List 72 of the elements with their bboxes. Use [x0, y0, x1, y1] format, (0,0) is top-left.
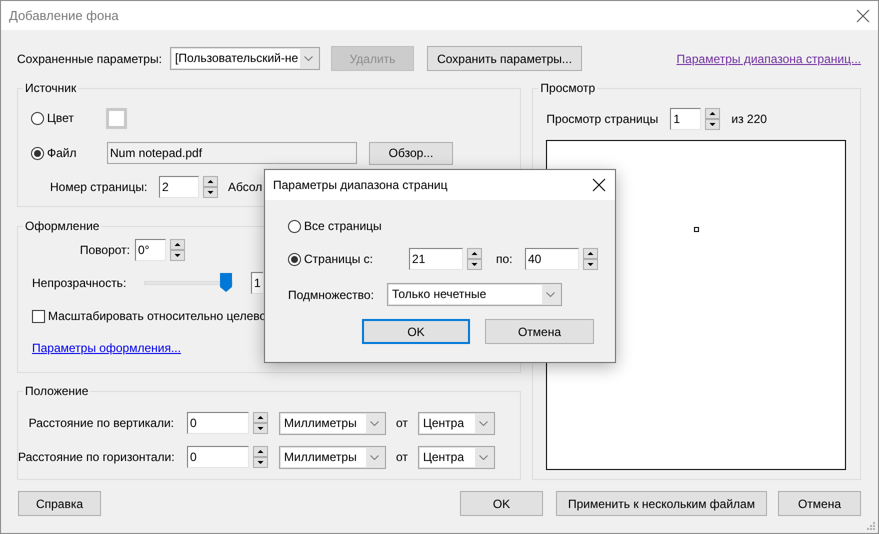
window-title: Добавление фона: [9, 8, 119, 23]
close-icon[interactable]: [592, 178, 606, 192]
slider-thumb[interactable]: [220, 273, 232, 292]
color-swatch[interactable]: [106, 108, 127, 128]
spin-button[interactable]: [583, 248, 598, 270]
spin-button[interactable]: [467, 248, 482, 270]
distance-field[interactable]: 0: [187, 412, 249, 434]
rotation-label: Поворот:: [78, 243, 131, 257]
radio-button[interactable]: [288, 220, 301, 232]
rotation-field[interactable]: 0°: [135, 239, 166, 261]
dialog-button[interactable]: Применить к нескольким файлам: [556, 491, 767, 516]
spin-button[interactable]: [253, 412, 268, 434]
to-page-field[interactable]: 40: [525, 248, 579, 270]
group-title: Просмотр: [539, 81, 596, 95]
browse-button[interactable]: Обзор...: [369, 142, 453, 164]
from-label: от: [396, 450, 409, 464]
distance-label: Расстояние по горизонтали:: [18, 450, 176, 464]
dialog-button[interactable]: OK: [460, 491, 543, 516]
dropdown[interactable]: Только нечетные: [387, 283, 562, 306]
dropdown[interactable]: Центра: [418, 446, 495, 468]
page-number-label: Номер страницы:: [50, 180, 148, 194]
dialog-button[interactable]: Отмена: [778, 491, 861, 516]
from-label: от: [396, 416, 409, 430]
dialog-button[interactable]: Отмена: [485, 319, 594, 344]
chevron-down-icon: [546, 292, 555, 297]
chevron-down-icon: [370, 454, 379, 460]
page-mark-icon: [694, 227, 700, 232]
resize-grip-icon[interactable]: [866, 521, 876, 531]
opacity-field[interactable]: 1: [251, 272, 263, 294]
dropdown[interactable]: Миллиметры: [279, 412, 386, 434]
save-settings-button[interactable]: Сохранить параметры...: [427, 46, 582, 71]
distance-label: Расстояние по вертикали:: [28, 416, 175, 430]
page-range-link[interactable]: Параметры диапазона страниц...: [676, 52, 861, 66]
radio-button[interactable]: [288, 252, 301, 266]
checkbox[interactable]: [32, 310, 45, 322]
dialog-button[interactable]: OK: [362, 319, 470, 344]
absolute-label: Абсол: [228, 180, 262, 194]
spin-button[interactable]: [705, 108, 720, 130]
distance-field[interactable]: 0: [187, 446, 249, 468]
radio-label[interactable]: Цвет: [47, 111, 74, 125]
chevron-down-icon: [304, 56, 313, 61]
appearance-settings-link[interactable]: Параметры оформления...: [32, 341, 181, 355]
to-label: по:: [496, 252, 514, 266]
chevron-down-icon: [479, 454, 488, 460]
close-icon[interactable]: [856, 8, 870, 22]
dropdown[interactable]: [Пользовательский-не: [170, 47, 320, 70]
spin-button[interactable]: [203, 176, 218, 198]
from-page-field[interactable]: 21: [409, 248, 463, 270]
dropdown[interactable]: Центра: [418, 412, 495, 434]
saved-settings-label: Сохраненные параметры:: [17, 52, 163, 66]
spin-button[interactable]: [253, 446, 268, 468]
spin-button[interactable]: [170, 239, 185, 261]
radio-label[interactable]: Файл: [47, 146, 77, 160]
page-total-label: из 220: [731, 112, 767, 126]
subset-label: Подмножество:: [288, 288, 375, 302]
group-title: Оформление: [24, 219, 100, 233]
radio-label[interactable]: Страницы с:: [304, 252, 374, 266]
page-number-field[interactable]: 2: [159, 176, 199, 198]
dialog-button[interactable]: Справка: [18, 491, 101, 516]
preview-page-label: Просмотр страницы: [546, 112, 660, 126]
radio-button[interactable]: [31, 112, 44, 124]
chevron-down-icon: [370, 420, 379, 426]
file-field[interactable]: Num notepad.pdf: [107, 142, 357, 164]
group-title: Источник: [24, 81, 78, 95]
preview-page-field[interactable]: 1: [670, 108, 702, 130]
dialog-title: Параметры диапазона страниц: [273, 178, 448, 192]
group-title: Положение: [24, 384, 90, 398]
dropdown[interactable]: Миллиметры: [279, 446, 386, 468]
chevron-down-icon: [479, 420, 488, 426]
opacity-label: Непрозрачность:: [32, 276, 128, 290]
radio-button[interactable]: [31, 146, 44, 160]
radio-label[interactable]: Все страницы: [304, 219, 382, 233]
